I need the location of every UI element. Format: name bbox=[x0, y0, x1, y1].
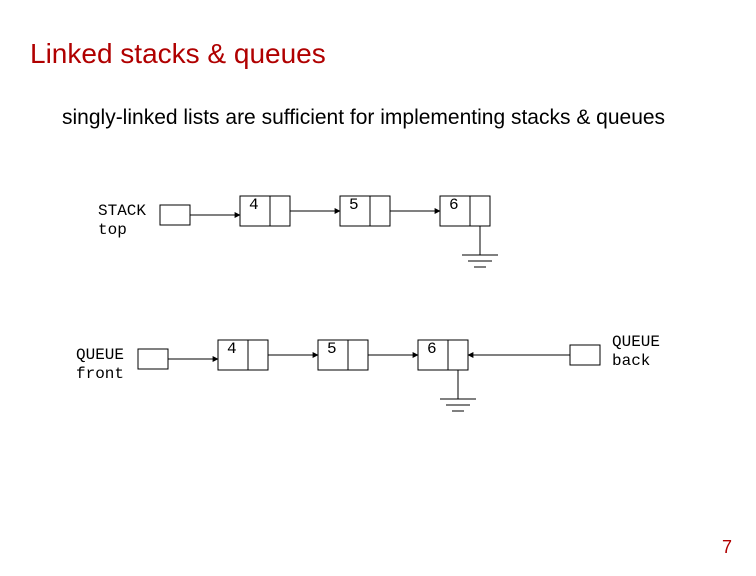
stack-node-1-value: 4 bbox=[249, 196, 259, 214]
queue-node-1-value: 4 bbox=[227, 340, 237, 358]
stack-diagram bbox=[0, 0, 756, 576]
queue-front-label: QUEUE front bbox=[76, 346, 124, 384]
queue-node-3-value: 6 bbox=[427, 340, 437, 358]
stack-node-3-value: 6 bbox=[449, 196, 459, 214]
stack-node-2-value: 5 bbox=[349, 196, 359, 214]
queue-back-label: QUEUE back bbox=[612, 333, 660, 371]
queue-node-2-value: 5 bbox=[327, 340, 337, 358]
page-number: 7 bbox=[722, 537, 732, 558]
